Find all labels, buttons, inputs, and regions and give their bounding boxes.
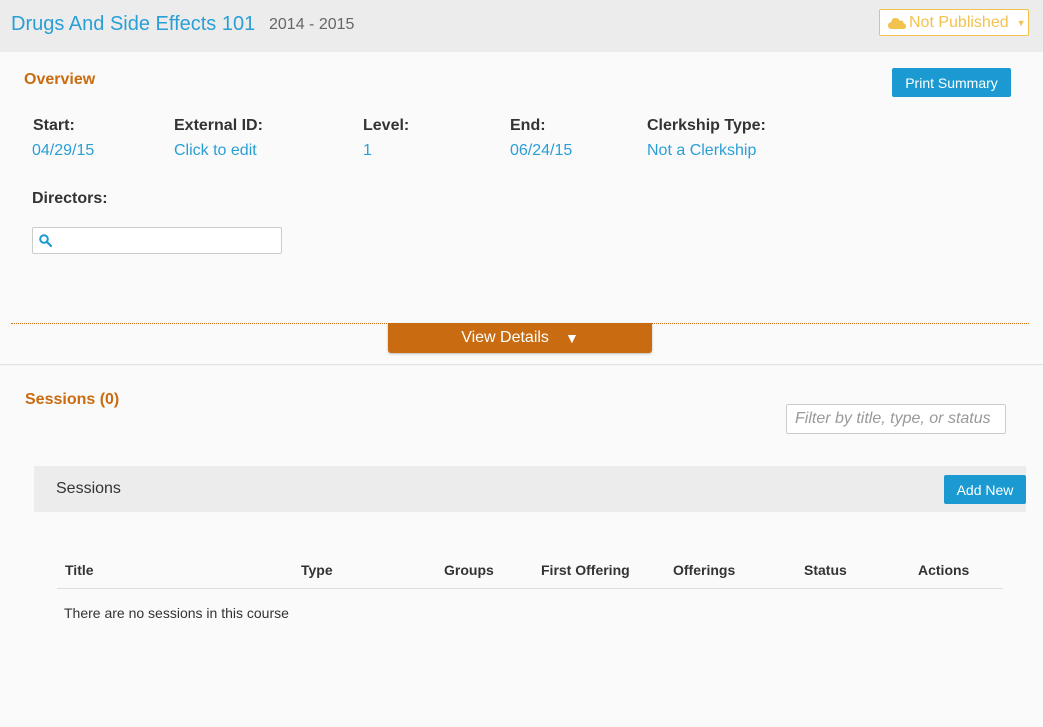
session-filter-input[interactable] (786, 404, 1006, 434)
column-header-first-offering[interactable]: First Offering (541, 562, 630, 578)
directors-label: Directors: (32, 190, 108, 207)
level-label: Level: (363, 117, 410, 134)
add-new-session-button[interactable]: Add New (944, 475, 1026, 504)
column-header-offerings[interactable]: Offerings (673, 562, 735, 578)
external-id-label: External ID: (174, 117, 263, 134)
level-value[interactable]: 1 (363, 142, 372, 160)
view-details-button[interactable]: View Details ▼ (388, 323, 652, 353)
clerkship-type-value[interactable]: Not a Clerkship (647, 142, 756, 160)
table-header-divider (57, 588, 1003, 589)
search-icon (39, 234, 52, 247)
start-label: Start: (33, 117, 75, 134)
column-header-title[interactable]: Title (65, 562, 94, 578)
column-header-groups[interactable]: Groups (444, 562, 494, 578)
cloud-icon (888, 17, 906, 29)
start-value[interactable]: 04/29/15 (32, 142, 94, 160)
sessions-toolbar-label: Sessions (56, 480, 121, 497)
course-title[interactable]: Drugs And Side Effects 101 (11, 13, 255, 36)
column-header-actions: Actions (918, 562, 970, 578)
print-summary-button[interactable]: Print Summary (892, 68, 1011, 97)
overview-title: Overview (24, 71, 96, 88)
sessions-title: Sessions (0) (25, 391, 120, 408)
publish-status-dropdown[interactable]: Not Published ▼ (879, 9, 1029, 36)
chevron-down-icon: ▼ (1016, 17, 1026, 28)
publish-status-label: Not Published (909, 13, 1009, 31)
end-value[interactable]: 06/24/15 (510, 142, 572, 160)
column-header-type[interactable]: Type (301, 562, 333, 578)
external-id-value[interactable]: Click to edit (174, 142, 257, 160)
overview-panel (0, 52, 1043, 365)
view-details-label: View Details (461, 329, 549, 346)
column-header-status[interactable]: Status (804, 562, 847, 578)
end-label: End: (510, 117, 546, 134)
directors-search-input[interactable] (32, 227, 282, 254)
empty-sessions-message: There are no sessions in this course (64, 605, 289, 621)
course-year: 2014 - 2015 (269, 16, 355, 33)
sessions-toolbar (34, 466, 1026, 512)
clerkship-type-label: Clerkship Type: (647, 117, 766, 134)
triangle-down-icon: ▼ (564, 330, 579, 346)
